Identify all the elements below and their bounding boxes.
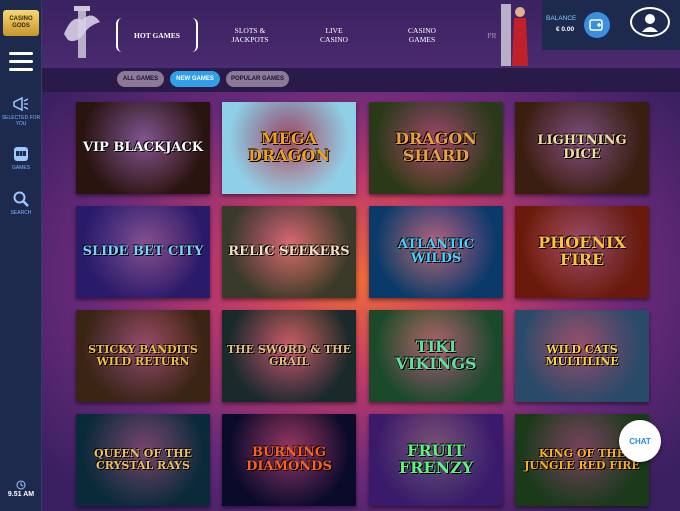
balance-label: Balance [546,15,577,22]
game-tile[interactable]: Relic Seekers [222,206,356,298]
tab-label: Hot Games [134,30,180,40]
clock-time: 9.51 AM [7,491,35,498]
slot-machine-icon [14,147,28,161]
game-tile[interactable]: Sticky Bandits Wild Return [76,310,210,402]
game-title: Sticky Bandits Wild Return [88,343,198,368]
game-title: Lightning Dice [537,133,627,162]
left-sidebar: CASINO GODS Selected for you Games Searc… [0,0,42,511]
tab-label: Live Casino [320,26,348,44]
game-tile[interactable]: Slide Bet City [76,206,210,298]
game-tile[interactable]: Atlantic Wilds [369,206,503,298]
user-avatar-icon [642,14,658,32]
game-title: Burning Diamonds [246,445,332,474]
search-icon [13,191,29,207]
tab-casino-games[interactable]: Casino Games [390,18,454,52]
tab-label: Pr [487,30,497,40]
clock-icon [16,480,26,490]
game-tile[interactable]: Burning Diamonds [222,414,356,506]
tab-slots-jackpots[interactable]: Slots & Jackpots [218,18,282,52]
sidebar-item-label: Selected for you [1,115,41,127]
balance-panel: Balance € 0.00 [542,0,680,50]
game-title: Relic Seekers [228,244,350,260]
tab-label: Casino Games [408,26,436,44]
game-title: Queen of the Crystal Rays [93,447,192,472]
game-title: Dragon Shard [395,129,477,165]
chat-label: CHAT [629,436,651,446]
game-tile[interactable]: Phoenix Fire [515,206,649,298]
game-title: VIP Blackjack [82,140,204,156]
tab-live-casino[interactable]: Live Casino [304,18,364,52]
menu-icon[interactable] [9,52,33,72]
filter-popular-games[interactable]: Popular Games [226,71,289,87]
filter-all-games[interactable]: All Games [117,71,164,87]
game-title: Fruit Frenzy [398,441,474,477]
filter-label: Popular Games [230,76,284,82]
game-tile[interactable]: Wild Cats Multiline [515,310,649,402]
balance-value: € 0.00 [556,26,575,33]
wallet-plus-icon [589,19,603,31]
sidebar-item-search[interactable]: Search [0,190,42,216]
sidebar-item-label: Games [11,165,31,171]
chat-button[interactable]: CHAT [619,420,661,462]
goddess-statue-icon [501,4,528,66]
clock: 9.51 AM [0,480,42,498]
game-title: Wild Cats Multiline [545,343,619,368]
game-tile[interactable]: Dragon Shard [369,102,503,194]
filter-label: New Games [176,76,214,82]
game-title: Atlantic Wilds [397,237,475,266]
game-tile[interactable]: Mega Dragon [222,102,356,194]
game-title: Phoenix Fire [538,233,626,269]
game-tile[interactable]: VIP Blackjack [76,102,210,194]
filter-label: All Games [122,76,159,82]
game-tile[interactable]: Lightning Dice [515,102,649,194]
casino-logo[interactable]: CASINO GODS [3,10,39,36]
games-grid: VIP Blackjack Mega Dragon Dragon Shard Ligh… [42,92,680,511]
game-title: The Sword & the Grail [227,343,351,368]
pegasus-statue-icon [64,6,100,58]
game-tile[interactable]: The Sword & the Grail [222,310,356,402]
account-avatar-button[interactable] [630,7,670,37]
game-title: Tiki Vikings [395,337,477,373]
game-tile[interactable]: Tiki Vikings [369,310,503,402]
tab-hot-games[interactable]: Hot Games [116,18,198,52]
sidebar-item-selected-for-you[interactable]: Selected for you [0,95,42,127]
game-tile[interactable]: Fruit Frenzy [369,414,503,506]
megaphone-icon [13,96,29,112]
game-title: Mega Dragon [248,129,330,165]
top-navigation-bar: Hot Games Slots & Jackpots Live Casino C… [42,0,680,68]
filter-new-games[interactable]: New Games [170,71,220,87]
logo-text: CASINO GODS [9,16,33,29]
game-tile[interactable]: Queen of the Crystal Rays [76,414,210,506]
sidebar-item-games[interactable]: Games [0,145,42,171]
deposit-button[interactable] [584,12,610,38]
tab-promotions[interactable]: Pr [482,18,502,52]
sidebar-item-label: Search [10,210,32,216]
tab-label: Slots & Jackpots [231,26,269,44]
game-title: Slide Bet City [82,244,204,260]
